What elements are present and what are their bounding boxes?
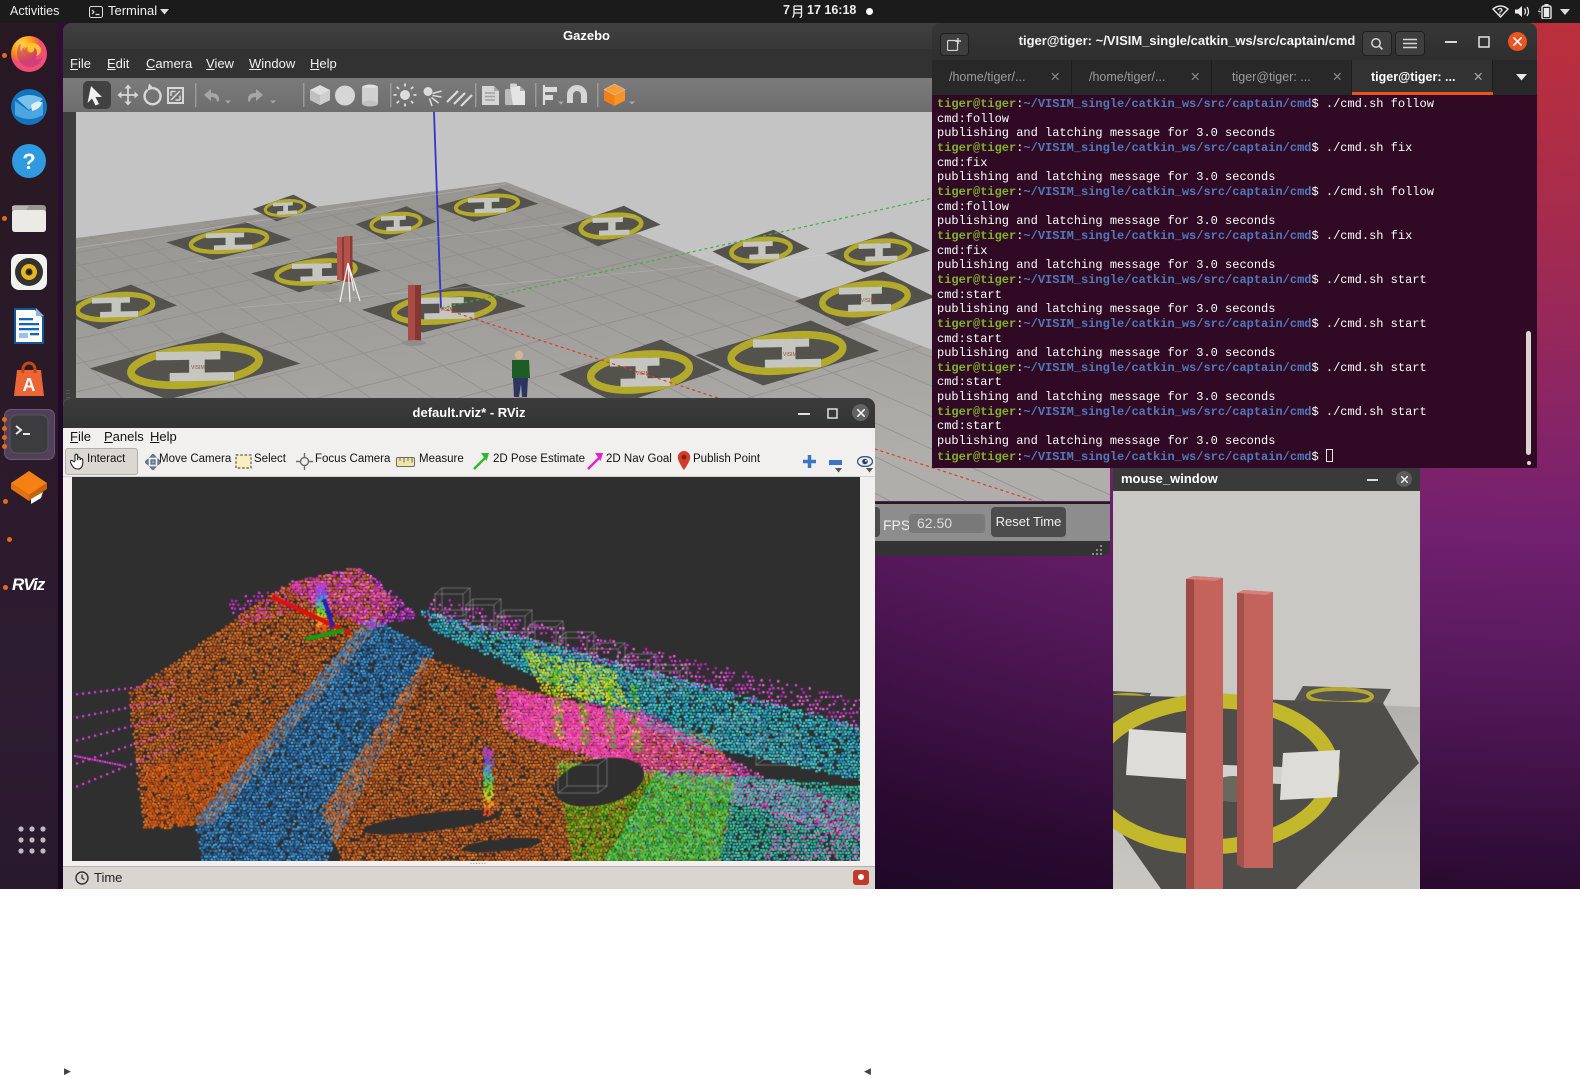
svg-text:VISIM: VISIM	[861, 298, 875, 304]
svg-text:A: A	[23, 375, 36, 395]
svg-text:VISIM: VISIM	[191, 365, 205, 371]
svg-text:?: ?	[1497, 7, 1503, 18]
svg-text:VISIM: VISIM	[783, 352, 797, 358]
svg-text:?: ?	[22, 149, 35, 174]
